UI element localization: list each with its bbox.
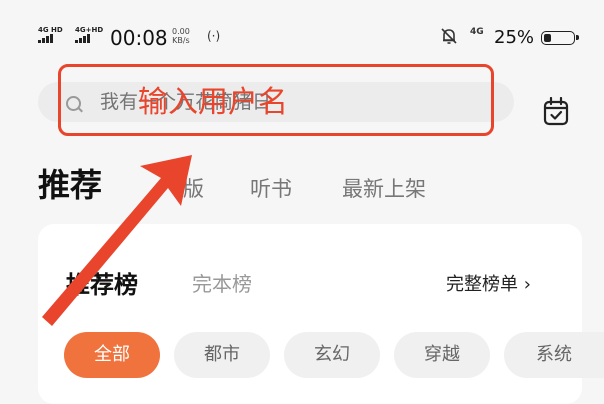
battery-icon xyxy=(541,31,579,45)
calendar-checkin-icon[interactable] xyxy=(543,97,569,127)
network-speed: 0.00 KB/s xyxy=(172,27,190,45)
network-indicators: 4G HD 4G+HD xyxy=(38,27,103,43)
clock: 00:08 xyxy=(110,26,168,50)
network-right: 4G xyxy=(470,27,484,37)
chip-fantasy[interactable]: 玄幻 xyxy=(284,332,380,378)
tab-recommend[interactable]: 推荐 xyxy=(38,160,102,206)
chip-time-travel[interactable]: 穿越 xyxy=(394,332,490,378)
tab-audiobook[interactable]: 听书 xyxy=(250,173,292,203)
tab-new-arrivals[interactable]: 最新上架 xyxy=(342,173,426,203)
signal-4g-plus-hd: 4G+HD xyxy=(75,27,103,43)
bell-muted-icon xyxy=(441,28,457,44)
chip-all[interactable]: 全部 xyxy=(64,332,160,378)
ranking-tab-recommend[interactable]: 推荐榜 xyxy=(66,265,138,300)
chip-system[interactable]: 系统 xyxy=(504,332,604,378)
full-ranking-link[interactable]: 完整榜单 › xyxy=(446,270,531,296)
hotspot-icon: (·) xyxy=(207,29,221,43)
annotation-label: 输入用户名 xyxy=(138,85,288,120)
ranking-tab-completed[interactable]: 完本榜 xyxy=(192,268,252,297)
status-bar: 4G HD 4G+HD 00:08 0.00 KB/s (·) 4G 25% xyxy=(0,0,604,70)
tab-edition[interactable]: 版 xyxy=(183,173,204,203)
chip-urban[interactable]: 都市 xyxy=(174,332,270,378)
signal-bars-icon xyxy=(38,34,53,43)
battery-percent: 25% xyxy=(494,27,535,48)
signal-4g-hd: 4G HD xyxy=(38,27,65,43)
signal-bars-icon xyxy=(75,34,90,43)
